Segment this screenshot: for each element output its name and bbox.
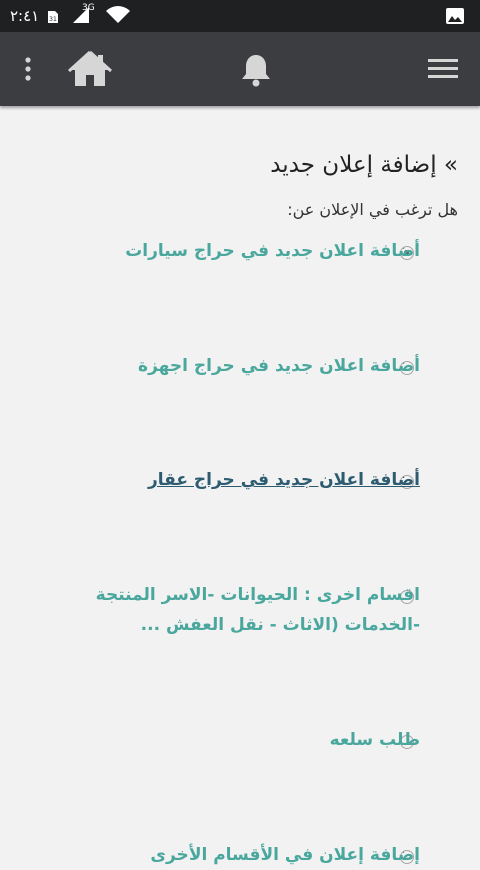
option-other-categories[interactable]: إضافة إعلان في الأقسام الأخرى	[80, 840, 420, 870]
option-request-item[interactable]: طلب سلعه	[80, 725, 420, 755]
status-bar: ٢:٤١ 31 3G	[0, 0, 480, 32]
app-bar	[0, 32, 480, 106]
home-icon[interactable]	[67, 50, 113, 92]
bell-icon[interactable]	[240, 52, 272, 92]
page-title: » إضافة إعلان جديد	[270, 152, 458, 178]
main-content: » إضافة إعلان جديد هل ترغب في الإعلان عن…	[0, 106, 480, 865]
sim-label: 31	[49, 16, 57, 23]
image-notification-icon	[446, 8, 464, 28]
option-real-estate[interactable]: أضافة اعلان جديد في حراج عقار	[80, 465, 420, 495]
option-cars[interactable]: أضافة اعلان جديد في حراج سيارات	[80, 236, 420, 266]
wifi-icon	[106, 6, 130, 28]
ad-type-question: هل ترغب في الإعلان عن:	[287, 200, 458, 219]
more-vert-icon[interactable]	[18, 56, 38, 86]
hamburger-menu-icon[interactable]	[428, 58, 458, 84]
option-devices[interactable]: أضافة اعلان جديد في حراج اجهزة	[80, 351, 420, 381]
network-type-label: 3G	[82, 3, 95, 13]
sim-card-icon: 31	[46, 9, 60, 28]
status-time: ٢:٤١	[10, 7, 40, 25]
option-other-sections[interactable]: اقسام اخرى : الحيوانات -الاسر المنتجة -ا…	[80, 580, 420, 640]
